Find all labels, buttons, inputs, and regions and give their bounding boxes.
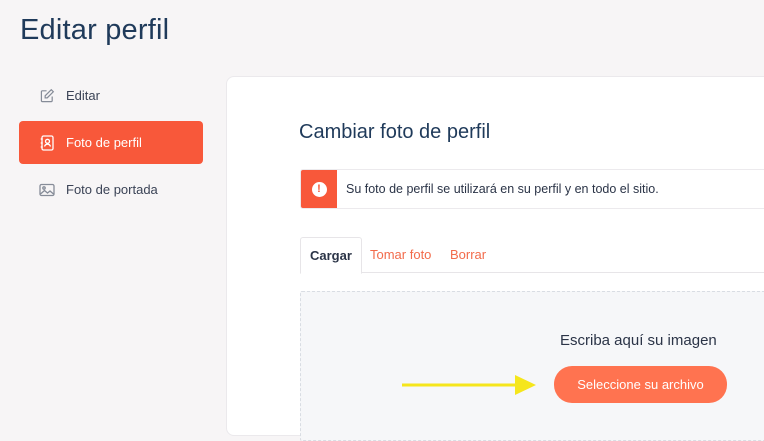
sidebar-item-foto-de-portada[interactable]: Foto de portada — [19, 168, 203, 211]
sidebar-item-label: Foto de portada — [66, 182, 158, 197]
sidebar: Editar Foto de perfil Foto de portada — [19, 74, 203, 215]
alert-text: Su foto de perfil se utilizará en su per… — [346, 182, 659, 196]
photo-tabs: Cargar Tomar foto Borrar — [300, 237, 764, 274]
cover-photo-icon — [39, 182, 55, 198]
sidebar-item-label: Editar — [66, 88, 100, 103]
tab-cargar[interactable]: Cargar — [300, 237, 362, 274]
info-alert: ! Su foto de perfil se utilizará en su p… — [300, 169, 764, 209]
arrow-right-icon — [402, 375, 536, 395]
info-icon: ! — [311, 181, 327, 197]
sidebar-item-editar[interactable]: Editar — [19, 74, 203, 117]
section-title: Cambiar foto de perfil — [299, 121, 491, 143]
select-file-button[interactable]: Seleccione su archivo — [554, 366, 727, 403]
tab-tomar-foto[interactable]: Tomar foto — [370, 237, 431, 273]
alert-icon-box: ! — [301, 170, 337, 208]
sidebar-item-label: Foto de perfil — [66, 135, 142, 150]
upload-dropzone[interactable]: Escriba aquí su imagen Seleccione su arc… — [300, 291, 764, 441]
edit-icon — [39, 88, 55, 104]
sidebar-item-foto-de-perfil[interactable]: Foto de perfil — [19, 121, 203, 164]
tab-borrar[interactable]: Borrar — [450, 237, 486, 273]
profile-photo-icon — [39, 134, 55, 151]
dropzone-label: Escriba aquí su imagen — [560, 332, 717, 349]
page-title: Editar perfil — [20, 14, 170, 46]
